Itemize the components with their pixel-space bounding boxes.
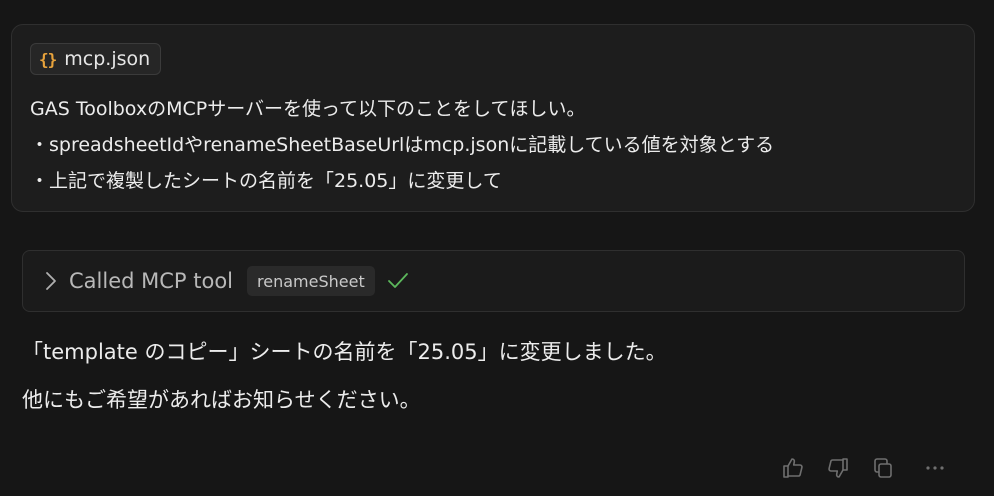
tool-call-label: Called MCP tool bbox=[69, 269, 234, 293]
thumbs-down-icon[interactable] bbox=[821, 452, 855, 484]
json-braces-icon: {} bbox=[39, 49, 57, 69]
user-message-text: GAS ToolboxのMCPサーバーを使って以下のことをしてほしい。 ・spr… bbox=[30, 91, 965, 199]
attachment-label: mcp.json bbox=[64, 48, 151, 70]
user-message-card: {} mcp.json GAS ToolboxのMCPサーバーを使って以下のこと… bbox=[11, 24, 975, 212]
attachment-chip[interactable]: {} mcp.json bbox=[30, 43, 162, 75]
tool-name-badge: renameSheet bbox=[247, 266, 375, 296]
user-message-line: ・上記で複製したシートの名前を「25.05」に変更して bbox=[30, 170, 502, 192]
chevron-right-icon[interactable] bbox=[41, 271, 61, 291]
user-message-line: GAS ToolboxのMCPサーバーを使って以下のことをしてほしい。 bbox=[30, 98, 586, 120]
user-message-line: ・spreadsheetIdやrenameSheetBaseUrlはmcp.js… bbox=[30, 134, 775, 156]
message-actions bbox=[776, 452, 952, 484]
copy-icon[interactable] bbox=[866, 452, 900, 484]
assistant-paragraph: 「template のコピー」シートの名前を「25.05」に変更しました。 bbox=[22, 340, 667, 364]
chat-view: {} mcp.json GAS ToolboxのMCPサーバーを使って以下のこと… bbox=[0, 0, 994, 496]
thumbs-up-icon[interactable] bbox=[776, 452, 810, 484]
assistant-paragraph: 他にもご希望があればお知らせください。 bbox=[22, 388, 421, 412]
tool-call-row[interactable]: Called MCP tool renameSheet bbox=[22, 250, 965, 312]
check-icon bbox=[387, 270, 409, 292]
more-icon[interactable] bbox=[918, 452, 952, 484]
assistant-message: 「template のコピー」シートの名前を「25.05」に変更しました。 他に… bbox=[22, 331, 972, 427]
